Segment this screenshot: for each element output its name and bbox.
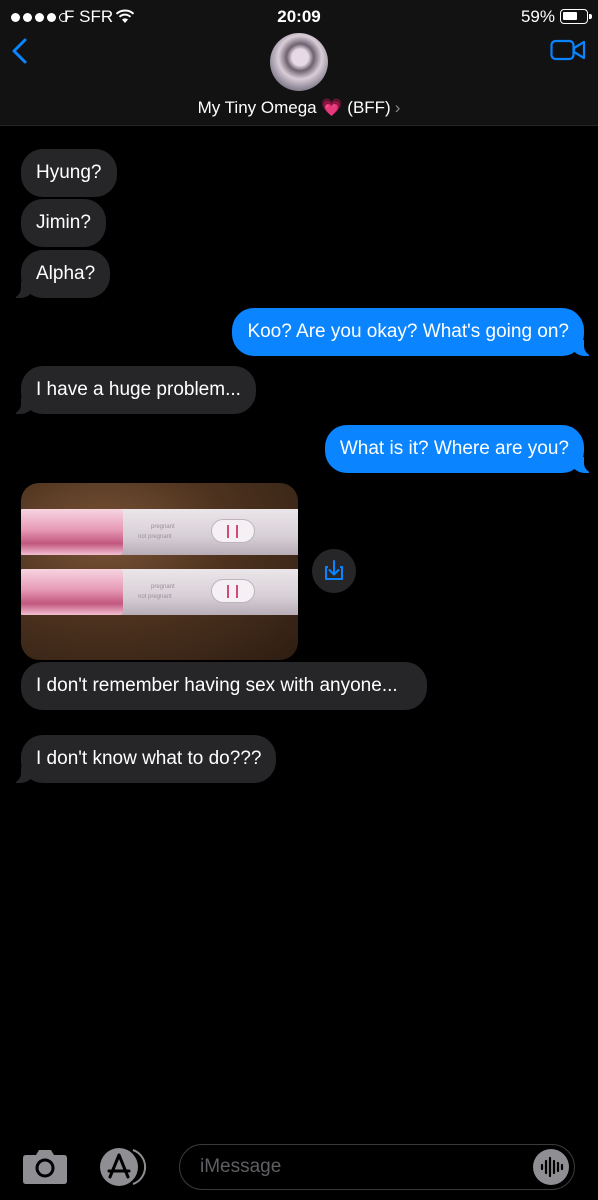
app-store-icon[interactable] — [97, 1146, 151, 1186]
message-outgoing[interactable]: What is it? Where are you? — [324, 425, 598, 473]
battery-icon — [560, 9, 592, 24]
download-icon — [325, 560, 343, 580]
status-time: 20:09 — [277, 7, 321, 26]
message-incoming[interactable]: Jimin? — [21, 199, 106, 247]
audio-waveform-icon — [540, 1156, 564, 1178]
contact-avatar[interactable] — [270, 33, 328, 91]
battery-percentage: 59% — [520, 7, 555, 26]
contact-name: My Tiny Omega — [197, 98, 317, 117]
photo-label-pregnant: pregnant — [151, 524, 175, 530]
photo-label-not-pregnant: not pregnant — [138, 594, 172, 600]
back-chevron-icon[interactable] — [8, 36, 32, 66]
contact-name-button[interactable]: My Tiny Omega 💗 (BFF) › — [0, 98, 598, 118]
message-outgoing[interactable]: Koo? Are you okay? What's going on? — [232, 308, 597, 356]
message-placeholder: iMessage — [200, 1156, 282, 1177]
message-incoming[interactable]: Hyung? — [21, 149, 117, 197]
audio-message-button[interactable] — [533, 1149, 569, 1185]
message-incoming[interactable]: Alpha? — [7, 250, 111, 298]
save-image-button[interactable] — [312, 549, 356, 593]
message-incoming[interactable]: I don't know what to do??? — [7, 735, 277, 783]
status-bar: F SFR 20:09 59% — [0, 0, 598, 36]
message-incoming[interactable]: I have a huge problem... — [8, 366, 256, 414]
contact-tag: (BFF) — [347, 98, 391, 117]
photo-label-not-pregnant: not pregnant — [138, 534, 172, 540]
pregnancy-test-photo[interactable]: pregnant not pregnant pregnant not pregn… — [21, 483, 298, 660]
photo-label-pregnant: pregnant — [151, 584, 175, 590]
camera-icon[interactable] — [22, 1147, 68, 1185]
conversation-header: F SFR 20:09 59% My Tiny Omega 💗 (BFF) › — [0, 0, 598, 126]
message-input[interactable]: iMessage — [179, 1144, 575, 1190]
heart-emoji: 💗 — [321, 98, 343, 117]
chevron-right-icon: › — [394, 98, 401, 117]
message-incoming[interactable]: I don't remember having sex with anyone.… — [21, 662, 427, 710]
video-camera-icon[interactable] — [550, 38, 586, 62]
